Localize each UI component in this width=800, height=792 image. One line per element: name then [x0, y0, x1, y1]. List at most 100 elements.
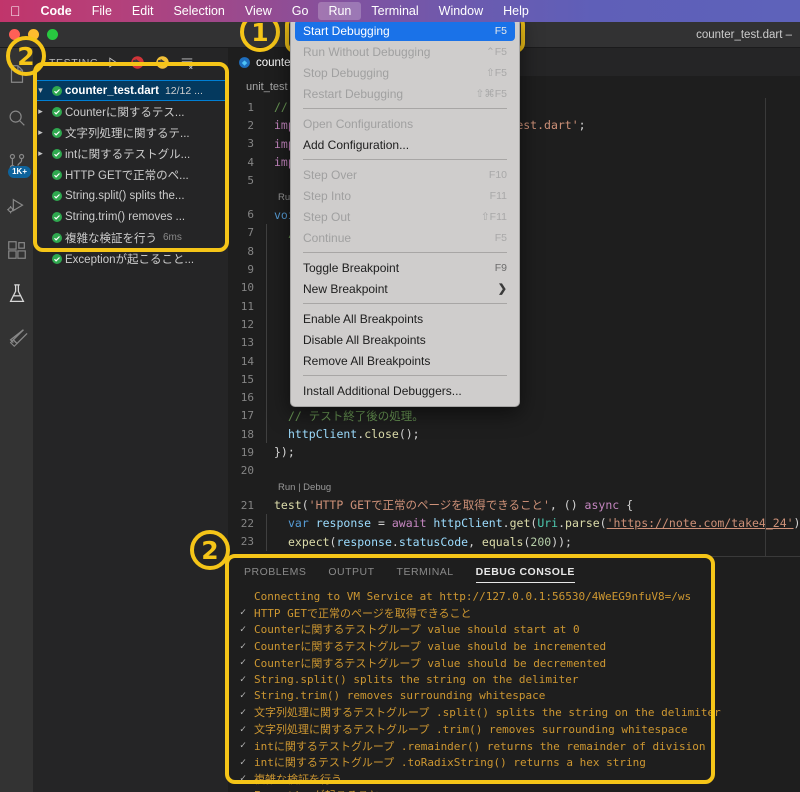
tab-terminal[interactable]: TERMINAL	[397, 557, 454, 587]
minimize-window-button[interactable]	[28, 29, 39, 40]
console-text: Counterに関するテストグループ value should be incre…	[254, 640, 607, 654]
extensions-icon[interactable]	[0, 228, 33, 272]
test-check-icon: ✓	[240, 657, 247, 669]
maximize-window-button[interactable]	[47, 29, 58, 40]
menu-file[interactable]: File	[82, 4, 122, 18]
vscode-window:  Code File Edit Selection View Go Run T…	[0, 0, 800, 792]
list-item[interactable]: ▸ intに関するテストグル...	[33, 143, 228, 164]
close-window-button[interactable]	[9, 29, 20, 40]
line-number: 13	[240, 336, 254, 350]
menu-item-toggle-breakpoint[interactable]: Toggle Breakpoint F9	[291, 257, 519, 278]
chevron-down-icon[interactable]: ▾	[33, 85, 48, 96]
explorer-icon[interactable]	[0, 52, 33, 96]
console-line: ✓ 文字列処理に関するテストグループ .trim() removes surrou…	[240, 721, 800, 738]
indent-guide	[266, 351, 267, 371]
menu-item-step-into: Step Into F11	[291, 185, 519, 206]
tab-debug-console[interactable]: DEBUG CONSOLE	[475, 557, 576, 587]
line-number: 5	[247, 173, 254, 187]
code-line: 17 // テスト終了後の処理。	[228, 406, 800, 426]
list-item[interactable]: 複雑な検証を行う 6ms	[33, 227, 228, 248]
menu-item-label: Disable All Breakpoints	[303, 332, 426, 347]
menu-item-label: Run Without Debugging	[303, 44, 431, 59]
code-token: var	[288, 516, 316, 531]
dart-file-icon	[238, 56, 251, 69]
menu-selection[interactable]: Selection	[163, 4, 234, 18]
line-number: 4	[247, 155, 254, 169]
chevron-right-icon[interactable]: ▸	[33, 148, 48, 159]
list-item-label: 文字列処理に関するテ...	[65, 127, 190, 140]
line-number: 1	[247, 100, 254, 114]
menu-item-shortcut: ⇧F11	[480, 210, 507, 223]
console-text: 文字列処理に関するテストグループ .trim() removes surroun…	[254, 723, 688, 737]
clear-results-icon[interactable]	[179, 55, 195, 71]
tab-output[interactable]: OUTPUT	[328, 557, 374, 587]
list-item[interactable]: String.split() splits the...	[33, 185, 228, 206]
menu-terminal[interactable]: Terminal	[361, 4, 428, 18]
menu-item-shortcut: F9	[494, 261, 507, 274]
menu-help[interactable]: Help	[493, 4, 539, 18]
chevron-right-icon[interactable]: ▸	[33, 106, 48, 117]
tab-problems[interactable]: PROBLEMS	[244, 557, 306, 587]
code-token: .	[391, 534, 399, 549]
code-lens-run-debug[interactable]: Run | Debug	[228, 482, 331, 493]
menu-item-label: Add Configuration...	[303, 137, 410, 152]
run-tests-icon[interactable]	[104, 55, 120, 71]
code-token: ();	[398, 427, 420, 442]
more-actions-icon[interactable]	[204, 55, 220, 71]
menu-item-disable-all-breakpoints[interactable]: Disable All Breakpoints	[291, 329, 519, 350]
menu-view[interactable]: View	[235, 4, 282, 18]
line-number: 7	[247, 226, 254, 240]
test-pass-icon	[48, 148, 65, 160]
sidebar-header: TESTING	[33, 48, 228, 77]
list-item[interactable]: ▸ 文字列処理に関するテ...	[33, 122, 228, 143]
apple-icon[interactable]: 	[8, 4, 31, 18]
menu-edit[interactable]: Edit	[122, 4, 164, 18]
debug-tests-failed-icon[interactable]	[129, 55, 145, 71]
menu-item-step-out: Step Out ⇧F11	[291, 206, 519, 227]
test-pass-icon	[48, 211, 65, 223]
search-icon[interactable]	[0, 96, 33, 140]
menu-run[interactable]: Run	[318, 2, 362, 20]
chevron-right-icon: ❯	[497, 283, 507, 295]
source-control-icon[interactable]: 1K+	[0, 140, 33, 184]
list-item-label: HTTP GETで正常のペ...	[65, 169, 189, 182]
menu-item-install-additional-debuggers[interactable]: Install Additional Debuggers...	[291, 380, 519, 401]
console-line: ✓ 文字列処理に関するテストグループ .split() splits the st…	[240, 704, 800, 721]
menu-item-add-configuration[interactable]: Add Configuration...	[291, 134, 519, 155]
list-item[interactable]: String.trim() removes ...	[33, 206, 228, 227]
menu-item-label: Remove All Breakpoints	[303, 353, 431, 368]
code-token: httpClient	[288, 427, 358, 442]
menu-window[interactable]: Window	[429, 4, 493, 18]
code-token: 'HTTP GETで正常のページを取得できること'	[308, 498, 550, 513]
list-item[interactable]: HTTP GETで正常のペ...	[33, 164, 228, 185]
line-number: 22	[240, 516, 254, 530]
code-token: response	[336, 534, 392, 549]
menu-code[interactable]: Code	[31, 4, 82, 18]
list-item[interactable]: ▸ Counterに関するテス...	[33, 101, 228, 122]
run-debug-icon[interactable]	[0, 184, 33, 228]
menu-item-label: Continue	[303, 230, 352, 245]
menu-item-enable-all-breakpoints[interactable]: Enable All Breakpoints	[291, 308, 519, 329]
testing-flask-icon[interactable]	[0, 272, 33, 316]
sidebar-title: TESTING	[49, 56, 99, 69]
line-number: 21	[240, 498, 254, 512]
indent-guide	[266, 278, 267, 297]
list-item[interactable]: Exceptionが起こること...	[33, 248, 228, 269]
menu-item-new-breakpoint[interactable]: New Breakpoint ❯	[291, 278, 519, 299]
code-token: ,	[468, 534, 482, 549]
indent-guide	[266, 333, 267, 352]
code-token: {	[619, 498, 634, 513]
debug-tests-icon[interactable]	[154, 55, 170, 71]
test-tree-root[interactable]: ▾ counter_test.dart 12/12 ...	[33, 80, 228, 101]
menu-go[interactable]: Go	[282, 4, 319, 18]
chevron-right-icon[interactable]: ▸	[33, 127, 48, 138]
flutter-icon[interactable]	[0, 316, 33, 360]
menu-item-stop-debugging: Stop Debugging ⇧F5	[291, 62, 519, 83]
console-text: intに関するテストグループ .toRadixString() returns …	[254, 756, 646, 770]
list-item-label: Exceptionが起こること...	[65, 253, 195, 266]
menu-item-step-over: Step Over F10	[291, 164, 519, 185]
menu-item-start-debugging[interactable]: Start Debugging F5	[295, 20, 515, 41]
menu-item-remove-all-breakpoints[interactable]: Remove All Breakpoints	[291, 350, 519, 371]
code-line: 18 httpClient.close();	[228, 425, 800, 444]
menu-item-label: New Breakpoint	[303, 281, 388, 296]
